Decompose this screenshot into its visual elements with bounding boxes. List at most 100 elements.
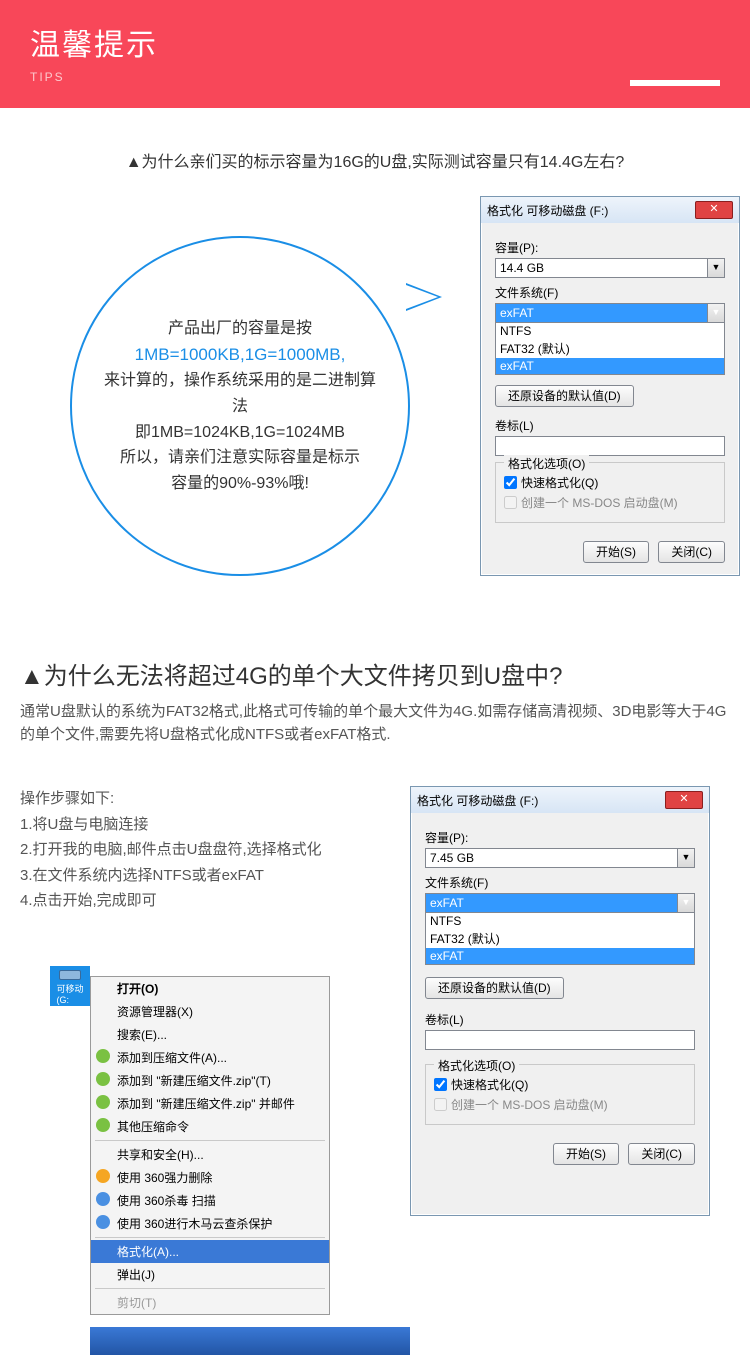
- menu-item-label: 其他压缩命令: [117, 1120, 189, 1134]
- menu-item-label: 使用 360强力删除: [117, 1171, 212, 1185]
- filesystem-label: 文件系统(F): [495, 284, 725, 301]
- volume-input[interactable]: [425, 1030, 695, 1050]
- context-menu-item[interactable]: 添加到 "新建压缩文件.zip" 并邮件: [91, 1092, 329, 1115]
- quick-format-checkbox[interactable]: 快速格式化(Q): [434, 1076, 686, 1093]
- menu-item-label: 添加到 "新建压缩文件.zip" 并邮件: [117, 1097, 295, 1111]
- close-icon[interactable]: ✕: [695, 201, 733, 219]
- start-button[interactable]: 开始(S): [553, 1143, 619, 1165]
- dropdown-arrow-icon[interactable]: ▼: [707, 304, 724, 322]
- filesystem-dropdown[interactable]: NTFS FAT32 (默认) exFAT: [425, 912, 695, 965]
- capacity-select[interactable]: 7.45 GB▼: [425, 848, 695, 868]
- close-button[interactable]: 关闭(C): [658, 541, 725, 563]
- menu-item-label: 打开(O): [117, 982, 158, 996]
- capacity-select[interactable]: 14.4 GB▼: [495, 258, 725, 278]
- context-menu-screenshot: 可移动(G: 打开(O)资源管理器(X)搜索(E)...添加到压缩文件(A)..…: [90, 976, 330, 1315]
- format-options-group: 格式化选项(O) 快速格式化(Q) 创建一个 MS-DOS 启动盘(M): [495, 462, 725, 523]
- context-menu-item[interactable]: 添加到 "新建压缩文件.zip"(T): [91, 1069, 329, 1092]
- context-menu-item[interactable]: 资源管理器(X): [91, 1000, 329, 1023]
- context-menu-item[interactable]: 剪切(T): [91, 1291, 329, 1314]
- menu-separator: [95, 1237, 325, 1238]
- context-menu-item[interactable]: 使用 360强力删除: [91, 1166, 329, 1189]
- close-button[interactable]: 关闭(C): [628, 1143, 695, 1165]
- speech-bubble: 产品出厂的容量是按 1MB=1000KB,1G=1000MB, 来计算的，操作系…: [70, 236, 410, 576]
- dropdown-arrow-icon[interactable]: ▼: [677, 894, 694, 912]
- context-menu-item[interactable]: 弹出(J): [91, 1263, 329, 1286]
- group-title: 格式化选项(O): [434, 1057, 519, 1074]
- filesystem-select[interactable]: exFAT ▼: [495, 303, 725, 323]
- msdos-checkbox: 创建一个 MS-DOS 启动盘(M): [434, 1096, 686, 1113]
- context-menu-item[interactable]: 格式化(A)...: [91, 1240, 329, 1263]
- banner-title: 温馨提示: [30, 20, 720, 64]
- fs-option-selected[interactable]: exFAT: [496, 358, 724, 374]
- menu-item-icon: [96, 1095, 110, 1109]
- dialog-titlebar[interactable]: 格式化 可移动磁盘 (F:) ✕: [411, 787, 709, 813]
- capacity-label: 容量(P):: [425, 829, 695, 846]
- fs-option[interactable]: FAT32 (默认): [426, 929, 694, 948]
- context-menu-item[interactable]: 打开(O): [91, 977, 329, 1000]
- dropdown-arrow-icon[interactable]: ▼: [677, 849, 694, 867]
- checkbox-icon[interactable]: [434, 1078, 447, 1091]
- menu-item-label: 剪切(T): [117, 1296, 156, 1310]
- checkbox-label: 快速格式化(Q): [451, 1076, 528, 1093]
- banner-subtitle: TIPS: [30, 70, 720, 84]
- menu-item-label: 资源管理器(X): [117, 1005, 193, 1019]
- checkbox-label: 创建一个 MS-DOS 启动盘(M): [451, 1096, 608, 1113]
- dropdown-arrow-icon[interactable]: ▼: [707, 259, 724, 277]
- fs-option[interactable]: FAT32 (默认): [496, 339, 724, 358]
- context-menu-item[interactable]: 搜索(E)...: [91, 1023, 329, 1046]
- filesystem-value: exFAT: [500, 306, 534, 320]
- drive-icon[interactable]: 可移动(G:: [50, 966, 90, 1006]
- fs-option-selected[interactable]: exFAT: [426, 948, 694, 964]
- filesystem-dropdown[interactable]: NTFS FAT32 (默认) exFAT: [495, 322, 725, 375]
- restore-defaults-button[interactable]: 还原设备的默认值(D): [495, 385, 634, 407]
- close-icon[interactable]: ✕: [665, 791, 703, 809]
- menu-item-label: 共享和安全(H)...: [117, 1148, 204, 1162]
- msdos-checkbox: 创建一个 MS-DOS 启动盘(M): [504, 494, 716, 511]
- question-1: ▲为什么亲们买的标示容量为16G的U盘,实际测试容量只有14.4G左右?: [20, 148, 730, 172]
- format-options-group: 格式化选项(O) 快速格式化(Q) 创建一个 MS-DOS 启动盘(M): [425, 1064, 695, 1125]
- bubble-line: 即1MB=1024KB,1G=1024MB: [135, 420, 345, 446]
- answer-2: 通常U盘默认的系统为FAT32格式,此格式可传输的单个最大文件为4G.如需存储高…: [20, 701, 730, 746]
- menu-item-icon: [96, 1072, 110, 1086]
- bubble-line-highlight: 1MB=1000KB,1G=1000MB,: [135, 341, 346, 368]
- menu-item-icon: [96, 1169, 110, 1183]
- volume-label: 卷标(L): [425, 1011, 695, 1028]
- checkbox-icon: [434, 1098, 447, 1111]
- dialog-titlebar[interactable]: 格式化 可移动磁盘 (F:) ✕: [481, 197, 739, 223]
- context-menu-item[interactable]: 共享和安全(H)...: [91, 1143, 329, 1166]
- quick-format-checkbox[interactable]: 快速格式化(Q): [504, 474, 716, 491]
- banner-bar-icon: [630, 80, 720, 86]
- context-menu-item[interactable]: 使用 360杀毒 扫描: [91, 1189, 329, 1212]
- start-button[interactable]: 开始(S): [583, 541, 649, 563]
- bubble-line: 产品出厂的容量是按: [168, 316, 312, 342]
- menu-item-label: 添加到 "新建压缩文件.zip"(T): [117, 1074, 271, 1088]
- filesystem-select[interactable]: exFAT▼: [425, 893, 695, 913]
- bubble-line: 所以，请亲们注意实际容量是标示: [120, 445, 360, 471]
- menu-item-label: 添加到压缩文件(A)...: [117, 1051, 227, 1065]
- menu-item-icon: [96, 1118, 110, 1132]
- context-menu-item[interactable]: 其他压缩命令: [91, 1115, 329, 1138]
- context-menu-item[interactable]: 添加到压缩文件(A)...: [91, 1046, 329, 1069]
- checkbox-icon: [504, 496, 517, 509]
- format-dialog-1: 格式化 可移动磁盘 (F:) ✕ 容量(P): 14.4 GB▼ 文件系统(F)…: [480, 196, 740, 576]
- menu-item-label: 搜索(E)...: [117, 1028, 167, 1042]
- fs-option[interactable]: NTFS: [426, 913, 694, 929]
- context-menu[interactable]: 打开(O) 资源管理器(X) 搜索(E)... 添加到压缩文件(A)... 添加到 "新…: [90, 976, 330, 1315]
- fs-option[interactable]: NTFS: [496, 323, 724, 339]
- explain-row-2: 操作步骤如下: 1.将U盘与电脑连接 2.打开我的电脑,邮件点击U盘盘符,选择格…: [20, 786, 730, 1286]
- menu-separator: [95, 1140, 325, 1141]
- context-menu-item[interactable]: 使用 360进行木马云查杀保护: [91, 1212, 329, 1235]
- restore-defaults-button[interactable]: 还原设备的默认值(D): [425, 977, 564, 999]
- question-2: ▲为什么无法将超过4G的单个大文件拷贝到U盘中?: [20, 656, 730, 691]
- filesystem-label: 文件系统(F): [425, 874, 695, 891]
- volume-input[interactable]: [495, 436, 725, 456]
- banner: 温馨提示 TIPS: [0, 0, 750, 108]
- checkbox-label: 创建一个 MS-DOS 启动盘(M): [521, 494, 678, 511]
- menu-item-label: 弹出(J): [117, 1268, 155, 1282]
- checkbox-label: 快速格式化(Q): [521, 474, 598, 491]
- taskbar: [90, 1327, 410, 1355]
- menu-item-label: 格式化(A)...: [117, 1245, 179, 1259]
- checkbox-icon[interactable]: [504, 476, 517, 489]
- menu-item-icon: [96, 1215, 110, 1229]
- group-title: 格式化选项(O): [504, 455, 589, 472]
